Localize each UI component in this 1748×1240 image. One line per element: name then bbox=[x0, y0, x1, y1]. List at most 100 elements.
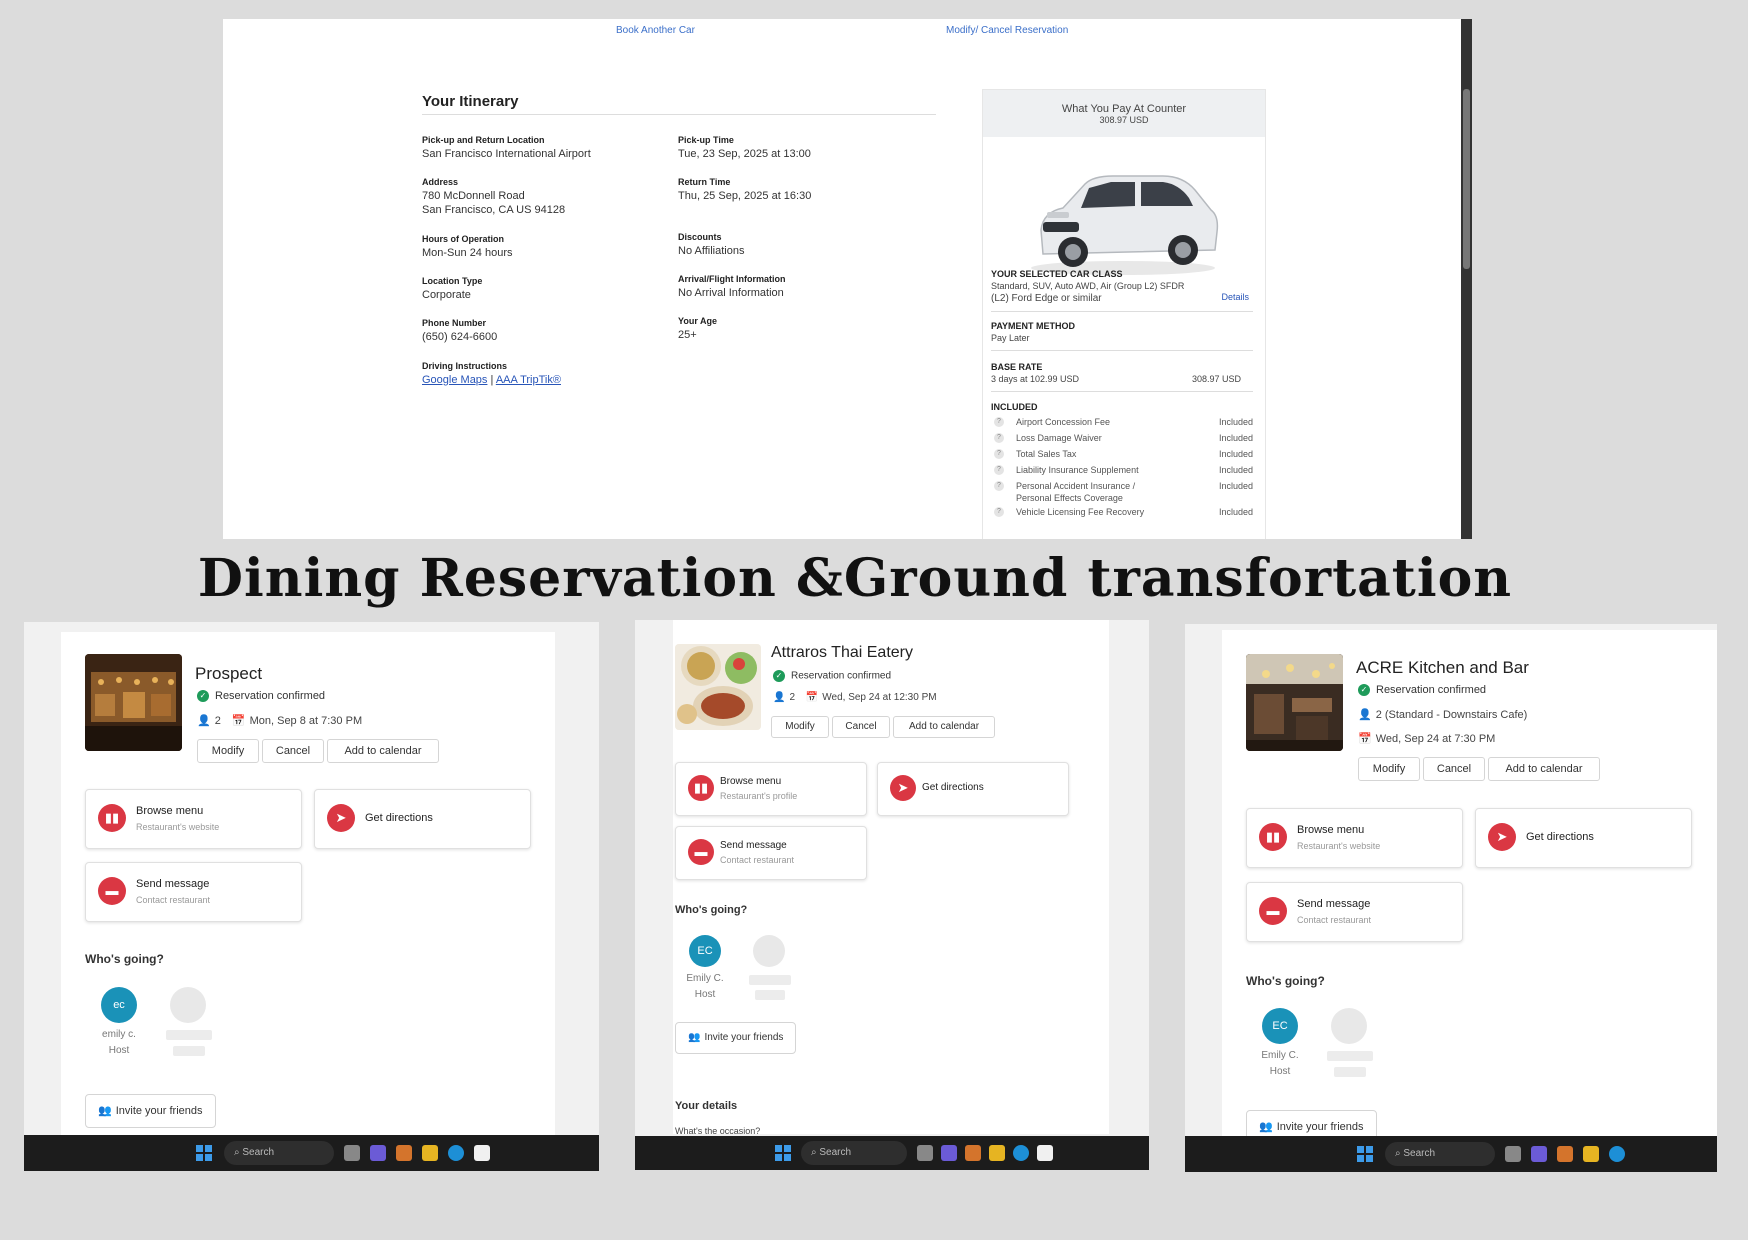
help-icon[interactable]: ? bbox=[994, 433, 1004, 443]
help-icon[interactable]: ? bbox=[994, 465, 1004, 475]
discounts: Discounts No Affiliations bbox=[678, 232, 745, 257]
modify-button[interactable]: Modify bbox=[771, 716, 829, 738]
cancel-button[interactable]: Cancel bbox=[262, 739, 324, 763]
browse-menu-tile[interactable]: ▮▮ Browse menu Restaurant's website bbox=[1246, 808, 1463, 868]
menu-book-icon: ▮▮ bbox=[1259, 823, 1287, 851]
file-icon[interactable] bbox=[917, 1145, 933, 1161]
reservation-screenshot-acre: ACRE Kitchen and Bar ✓ Reservation confir… bbox=[1185, 624, 1717, 1172]
message-icon: ▬ bbox=[688, 839, 714, 865]
fee-value: Included bbox=[1218, 449, 1253, 459]
get-directions-tile[interactable]: ➤ Get directions bbox=[314, 789, 531, 849]
windows-start-icon[interactable] bbox=[1357, 1146, 1373, 1162]
modify-cancel-reservation-link[interactable]: Modify/ Cancel Reservation bbox=[946, 25, 1068, 36]
taskbar-search[interactable]: ⌕ Search bbox=[224, 1141, 334, 1165]
google-maps-link[interactable]: Google Maps bbox=[422, 374, 487, 386]
empty-guest-placeholder bbox=[1334, 1067, 1366, 1077]
send-message-tile[interactable]: ▬ Send message Contact restaurant bbox=[85, 862, 302, 922]
reservation-card: Attraros Thai Eatery ✓ Reservation confir… bbox=[673, 620, 1109, 1136]
person-icon: 👤 bbox=[197, 715, 211, 727]
avatar[interactable]: EC bbox=[689, 935, 721, 967]
windows-start-icon[interactable] bbox=[775, 1145, 791, 1161]
cancel-button[interactable]: Cancel bbox=[1423, 757, 1485, 781]
help-icon[interactable]: ? bbox=[994, 507, 1004, 517]
folder-icon[interactable] bbox=[989, 1145, 1005, 1161]
folder-icon[interactable] bbox=[422, 1145, 438, 1161]
scrollbar[interactable] bbox=[1461, 19, 1472, 539]
send-message-tile[interactable]: ▬ Send message Contact restaurant bbox=[1246, 882, 1463, 942]
add-to-calendar-button[interactable]: Add to calendar bbox=[327, 739, 439, 763]
message-icon: ▬ bbox=[1259, 897, 1287, 925]
scrollbar-thumb[interactable] bbox=[1463, 89, 1470, 269]
send-message-tile[interactable]: ▬ Send message Contact restaurant bbox=[675, 826, 867, 880]
taskbar: ⌕ Search bbox=[24, 1135, 599, 1171]
aaa-triptik-link[interactable]: AAA TripTik® bbox=[496, 374, 561, 386]
empty-guest-placeholder bbox=[1327, 1051, 1373, 1061]
edge-icon[interactable] bbox=[1013, 1145, 1029, 1161]
car-image bbox=[1031, 175, 1219, 275]
details-link[interactable]: Details bbox=[1221, 291, 1249, 303]
chat-icon[interactable] bbox=[370, 1145, 386, 1161]
modify-button[interactable]: Modify bbox=[197, 739, 259, 763]
fee-value: Included bbox=[1218, 417, 1253, 427]
guest-name: emily c. Host bbox=[102, 1029, 136, 1056]
car-class-section: YOUR SELECTED CAR CLASS Standard, SUV, A… bbox=[991, 268, 1253, 312]
fee-name: Airport Concession Fee bbox=[1016, 417, 1111, 427]
restaurant-name: ACRE Kitchen and Bar bbox=[1356, 658, 1529, 677]
empty-guest-placeholder bbox=[173, 1046, 205, 1056]
copilot-icon[interactable] bbox=[396, 1145, 412, 1161]
guest-name: Emily C. Host bbox=[1261, 1050, 1299, 1077]
modify-button[interactable]: Modify bbox=[1358, 757, 1420, 781]
occasion-label: What's the occasion? bbox=[675, 1126, 761, 1136]
store-icon[interactable] bbox=[1037, 1145, 1053, 1161]
taskbar-search[interactable]: ⌕ Search bbox=[1385, 1142, 1495, 1166]
check-icon: ✓ bbox=[773, 670, 785, 682]
get-directions-tile[interactable]: ➤ Get directions bbox=[1475, 808, 1692, 868]
menu-book-icon: ▮▮ bbox=[98, 804, 126, 832]
file-icon[interactable] bbox=[344, 1145, 360, 1161]
help-icon[interactable]: ? bbox=[994, 449, 1004, 459]
empty-guest-placeholder bbox=[749, 975, 791, 985]
browse-menu-tile[interactable]: ▮▮ Browse menu Restaurant's profile bbox=[675, 762, 867, 816]
fee-value: Included bbox=[1218, 433, 1253, 443]
chat-icon[interactable] bbox=[1531, 1146, 1547, 1162]
taskbar-search[interactable]: ⌕ Search bbox=[801, 1141, 907, 1165]
folder-icon[interactable] bbox=[1583, 1146, 1599, 1162]
taskbar: ⌕ Search bbox=[1185, 1136, 1717, 1172]
edge-icon[interactable] bbox=[448, 1145, 464, 1161]
store-icon[interactable] bbox=[474, 1145, 490, 1161]
person-icon: 👤 bbox=[773, 692, 786, 703]
pickup-location: Pick-up and Return Location San Francisc… bbox=[422, 135, 591, 160]
your-details-heading: Your details bbox=[675, 1100, 738, 1112]
copilot-icon[interactable] bbox=[1557, 1146, 1573, 1162]
address: Address 780 McDonnell Road San Francisco… bbox=[422, 177, 566, 216]
included-fee-row: ? Liability Insurance Supplement Included bbox=[991, 464, 1253, 480]
pay-at-counter-header: What You Pay At Counter 308.97 USD bbox=[983, 90, 1265, 137]
fee-name: Loss Damage Waiver bbox=[1016, 433, 1102, 443]
cancel-button[interactable]: Cancel bbox=[832, 716, 890, 738]
avatar[interactable]: EC bbox=[1262, 1008, 1298, 1044]
add-to-calendar-button[interactable]: Add to calendar bbox=[893, 716, 995, 738]
book-another-car-link[interactable]: Book Another Car bbox=[616, 25, 695, 36]
included-fee-row: ? Vehicle Licensing Fee Recovery Included bbox=[991, 506, 1253, 522]
message-icon: ▬ bbox=[98, 877, 126, 905]
copilot-icon[interactable] bbox=[965, 1145, 981, 1161]
included-fee-row: ? Loss Damage Waiver Included bbox=[991, 432, 1253, 448]
get-directions-tile[interactable]: ➤ Get directions bbox=[877, 762, 1069, 816]
windows-start-icon[interactable] bbox=[196, 1145, 212, 1161]
invite-friends-button[interactable]: 👥 Invite your friends bbox=[85, 1094, 216, 1128]
calendar-icon: 📅 bbox=[231, 715, 246, 727]
calendar-icon: 📅 bbox=[1358, 733, 1372, 745]
chat-icon[interactable] bbox=[941, 1145, 957, 1161]
empty-guest-avatar bbox=[753, 935, 785, 967]
file-icon[interactable] bbox=[1505, 1146, 1521, 1162]
invite-friends-button[interactable]: 👥 Invite your friends bbox=[675, 1022, 797, 1054]
browse-menu-tile[interactable]: ▮▮ Browse menu Restaurant's website bbox=[85, 789, 302, 849]
reservation-status: ✓ Reservation confirmed bbox=[197, 690, 325, 703]
edge-icon[interactable] bbox=[1609, 1146, 1625, 1162]
price-summary-panel: What You Pay At Counter 308.97 USD YOUR … bbox=[982, 89, 1266, 539]
help-icon[interactable]: ? bbox=[994, 481, 1004, 491]
help-icon[interactable]: ? bbox=[994, 417, 1004, 427]
person-icon: 👤 bbox=[1358, 709, 1372, 721]
add-to-calendar-button[interactable]: Add to calendar bbox=[1488, 757, 1600, 781]
avatar[interactable]: ec bbox=[101, 987, 137, 1023]
